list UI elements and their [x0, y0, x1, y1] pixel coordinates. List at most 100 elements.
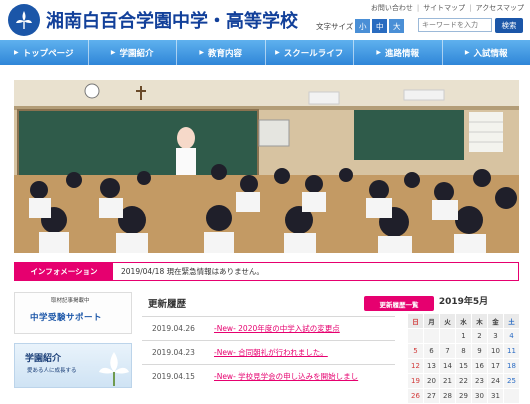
- school-logo[interactable]: [8, 4, 40, 36]
- site-header: 湘南白百合学園中学・高等学校 お問い合わせ|サイトマップ|アクセスマップ 文字サ…: [0, 0, 530, 40]
- nav-label: 入試情報: [474, 47, 508, 59]
- calendar-day[interactable]: 19: [408, 374, 424, 389]
- calendar-day[interactable]: 1: [456, 329, 472, 344]
- banner-subtitle: 愛ある人に成長する: [27, 366, 77, 374]
- calendar-day[interactable]: 17: [488, 359, 504, 374]
- exam-support-banner[interactable]: 取材記事掲載中 中学受験サポート: [14, 292, 132, 334]
- calendar-day[interactable]: 26: [408, 389, 424, 404]
- calendar-day[interactable]: 31: [488, 389, 504, 404]
- update-list: 2019.04.26 -New- 2020年度の中学入試の変更点 2019.04…: [142, 316, 395, 388]
- nav-arrow-icon: ▶: [14, 49, 19, 56]
- calendar-day[interactable]: 21: [440, 374, 456, 389]
- calendar-day[interactable]: [440, 329, 456, 344]
- calendar-day[interactable]: 29: [456, 389, 472, 404]
- nav-school-life[interactable]: ▶ スクールライフ: [266, 40, 355, 65]
- calendar-day[interactable]: 28: [440, 389, 456, 404]
- school-intro-banner[interactable]: 学園紹介 愛ある人に成長する: [14, 343, 132, 388]
- calendar-day[interactable]: 23: [472, 374, 488, 389]
- nav-label: 教育内容: [208, 47, 242, 59]
- nav-label: 進路情報: [385, 47, 419, 59]
- calendar-day[interactable]: [504, 389, 520, 404]
- weekday-header: 火: [440, 314, 456, 329]
- nav-career[interactable]: ▶ 進路情報: [354, 40, 443, 65]
- calendar-day[interactable]: 15: [456, 359, 472, 374]
- calendar-day[interactable]: 4: [504, 329, 520, 344]
- search-input[interactable]: [418, 18, 492, 32]
- calendar-day[interactable]: 14: [440, 359, 456, 374]
- utility-links: お問い合わせ|サイトマップ|アクセスマップ: [371, 3, 524, 13]
- hero-classroom-photo: [14, 80, 519, 253]
- nav-label: トップページ: [23, 47, 74, 59]
- update-history-title: 更新履歴: [148, 296, 186, 310]
- calendar-day[interactable]: 12: [408, 359, 424, 374]
- weekday-header: 月: [424, 314, 440, 329]
- calendar-day[interactable]: 2: [472, 329, 488, 344]
- weekday-header: 木: [472, 314, 488, 329]
- sitemap-link[interactable]: サイトマップ: [423, 4, 465, 12]
- nav-about[interactable]: ▶ 学園紹介: [89, 40, 178, 65]
- nav-arrow-icon: ▶: [199, 49, 204, 56]
- main-nav: ▶ トップページ ▶ 学園紹介 ▶ 教育内容 ▶ スクールライフ ▶ 進路情報 ▶ 入試情報: [0, 40, 530, 65]
- calendar-day[interactable]: 27: [424, 389, 440, 404]
- calendar-day[interactable]: 7: [440, 344, 456, 359]
- nav-arrow-icon: ▶: [275, 49, 280, 56]
- calendar-day[interactable]: 30: [472, 389, 488, 404]
- nav-arrow-icon: ▶: [376, 49, 381, 56]
- nav-admission[interactable]: ▶ 入試情報: [443, 40, 530, 65]
- banner-title: 中学受験サポート: [30, 311, 102, 323]
- font-size-large-button[interactable]: 大: [389, 19, 404, 33]
- nav-label: スクールライフ: [284, 47, 344, 59]
- search-button[interactable]: 検索: [495, 18, 523, 33]
- calendar-day[interactable]: 8: [456, 344, 472, 359]
- weekday-header: 日: [408, 314, 424, 329]
- lily-flower-icon: [97, 348, 131, 386]
- nav-arrow-icon: ▶: [111, 49, 116, 56]
- banner-title: 学園紹介: [25, 351, 61, 364]
- font-size-control: 文字サイズ 小 中 大: [316, 19, 404, 33]
- weekday-header: 金: [488, 314, 504, 329]
- calendar-title: 2019年5月: [407, 295, 520, 309]
- update-link[interactable]: -New- 学校見学会の申し込みを開始しまし: [214, 371, 358, 382]
- nav-education[interactable]: ▶ 教育内容: [177, 40, 266, 65]
- calendar-day[interactable]: 18: [504, 359, 520, 374]
- weekday-header: 水: [456, 314, 472, 329]
- calendar-day[interactable]: 25: [504, 374, 520, 389]
- nav-arrow-icon: ▶: [465, 49, 470, 56]
- calendar-day[interactable]: 20: [424, 374, 440, 389]
- banner-caption: 取材記事掲載中: [51, 296, 90, 304]
- event-calendar: 2019年5月 日 月 火 水 木 金 土 1 2 3 4: [407, 295, 520, 400]
- font-size-medium-button[interactable]: 中: [372, 19, 387, 33]
- calendar-day[interactable]: 5: [408, 344, 424, 359]
- update-link[interactable]: -New- 合同朝礼が行われました。: [214, 347, 328, 358]
- calendar-grid: 日 月 火 水 木 金 土 1 2 3 4 5 6 7: [407, 313, 520, 404]
- nav-label: 学園紹介: [120, 47, 154, 59]
- calendar-day[interactable]: 24: [488, 374, 504, 389]
- list-item: 2019.04.15 -New- 学校見学会の申し込みを開始しまし: [142, 364, 395, 388]
- update-date: 2019.04.23: [152, 348, 208, 357]
- font-size-label: 文字サイズ: [316, 21, 353, 32]
- access-map-link[interactable]: アクセスマップ: [476, 4, 524, 12]
- lily-emblem-icon: [13, 9, 35, 31]
- calendar-day[interactable]: 11: [504, 344, 520, 359]
- list-item: 2019.04.23 -New- 合同朝礼が行われました。: [142, 340, 395, 364]
- calendar-day[interactable]: 9: [472, 344, 488, 359]
- calendar-day[interactable]: 6: [424, 344, 440, 359]
- information-label: インフォメーション: [15, 263, 113, 280]
- information-text: 2019/04/18 現在緊急情報はありません。: [121, 266, 264, 277]
- weekday-header: 土: [504, 314, 520, 329]
- list-item: 2019.04.26 -New- 2020年度の中学入試の変更点: [142, 316, 395, 340]
- update-date: 2019.04.15: [152, 372, 208, 381]
- calendar-day[interactable]: 13: [424, 359, 440, 374]
- calendar-day[interactable]: 3: [488, 329, 504, 344]
- calendar-day[interactable]: [408, 329, 424, 344]
- calendar-day[interactable]: [424, 329, 440, 344]
- nav-top[interactable]: ▶ トップページ: [0, 40, 89, 65]
- calendar-day[interactable]: 22: [456, 374, 472, 389]
- contact-link[interactable]: お問い合わせ: [371, 4, 413, 12]
- update-link[interactable]: -New- 2020年度の中学入試の変更点: [214, 323, 340, 334]
- font-size-small-button[interactable]: 小: [355, 19, 370, 33]
- calendar-day[interactable]: 10: [488, 344, 504, 359]
- calendar-day[interactable]: 16: [472, 359, 488, 374]
- update-date: 2019.04.26: [152, 324, 208, 333]
- site-title[interactable]: 湘南白百合学園中学・高等学校: [46, 7, 298, 33]
